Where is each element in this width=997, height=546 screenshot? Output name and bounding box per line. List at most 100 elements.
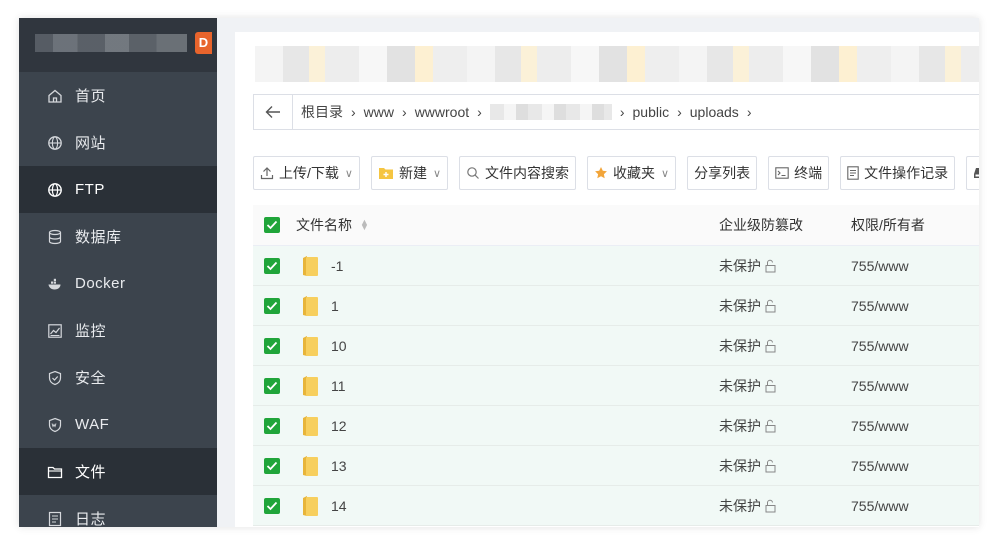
row-name-cell: 10 [253,326,719,365]
unlock-icon[interactable] [763,459,777,473]
sidebar-item-security[interactable]: 安全 [19,354,217,401]
sidebar-item-label: 日志 [75,511,107,527]
brand-logo-redacted [35,34,187,52]
row-checkbox[interactable] [264,417,280,434]
breadcrumb-uploads[interactable]: uploads › [682,95,752,129]
share-list-button[interactable]: 分享列表 [687,156,758,190]
unlock-icon[interactable] [763,339,777,353]
file-name[interactable]: 1 [331,298,339,314]
folder-icon [301,375,319,397]
chevron-right-icon: › [746,104,752,120]
table-row[interactable]: 14 未保护 755/www [253,486,979,526]
sidebar-item-label: 监控 [75,323,107,340]
sidebar-item-label: 首页 [75,88,107,105]
sidebar-item-files[interactable]: 文件 [19,448,217,495]
terminal-icon [775,167,789,179]
folder-icon [301,415,319,437]
unlock-icon[interactable] [763,419,777,433]
row-name-cell: 11 [253,366,719,405]
folder-icon [301,495,319,517]
file-name[interactable]: -1 [331,258,343,274]
row-name-cell: -1 [253,246,719,285]
file-name[interactable]: 12 [331,418,347,434]
arrow-left-icon [265,106,280,118]
table-row[interactable]: -1 未保护 755/www [253,246,979,286]
file-toolbar: 上传/下载 ∨ 新建 ∨ 文件内容搜索 收藏夹 ∨ 分享列表 终端 文件操作记录 [253,156,979,190]
unlock-icon[interactable] [763,499,777,513]
sidebar-item-monitor[interactable]: 监控 [19,307,217,354]
shield-icon [47,370,63,386]
table-row[interactable]: 10 未保护 755/www [253,326,979,366]
breadcrumb-wwwroot[interactable]: wwwroot › [407,95,482,129]
protection-cell: 未保护 [719,296,851,316]
sidebar-item-ftp[interactable]: FTP [19,166,217,213]
breadcrumb-root[interactable]: 根目录 › [293,95,356,129]
file-operation-log-label: 文件操作记录 [864,165,949,181]
header-name-cell: 文件名称 ▲ ▼ [253,205,719,245]
file-name[interactable]: 11 [331,378,346,394]
breadcrumb-www[interactable]: www › [356,95,407,129]
row-checkbox[interactable] [264,257,280,274]
check-icon [266,261,278,270]
permission-owner[interactable]: 755/www [851,378,909,394]
terminal-button[interactable]: 终端 [768,156,830,190]
row-checkbox[interactable] [264,497,280,514]
permission-owner[interactable]: 755/www [851,298,909,314]
table-header: 文件名称 ▲ ▼ 企业级防篡改 权限/所有者 [253,205,979,246]
row-checkbox[interactable] [264,457,280,474]
protection-status: 未保护 [719,417,761,434]
file-table: 文件名称 ▲ ▼ 企业级防篡改 权限/所有者 -1 未保护 755/www 1 … [253,205,979,526]
file-name[interactable]: 10 [331,338,347,354]
protection-status: 未保护 [719,257,761,274]
file-rows: -1 未保护 755/www 1 未保护 755/www 10 未保护 755/… [253,246,979,526]
breadcrumb-public[interactable]: public › [625,95,682,129]
header-file-name[interactable]: 文件名称 [296,215,352,235]
permission-owner[interactable]: 755/www [851,418,909,434]
row-name-cell: 12 [253,406,719,445]
unlock-icon[interactable] [763,379,777,393]
protection-cell: 未保护 [719,496,851,516]
unlock-icon[interactable] [763,259,777,273]
table-row[interactable]: 11 未保护 755/www [253,366,979,406]
sidebar-item-website[interactable]: 网站 [19,119,217,166]
permission-owner[interactable]: 755/www [851,498,909,514]
log-icon [47,511,63,527]
unlock-icon[interactable] [763,299,777,313]
permission-owner[interactable]: 755/www [851,458,909,474]
upload-download-button[interactable]: 上传/下载 ∨ [253,156,360,190]
sidebar-item-label: WAF [75,416,110,433]
sidebar-item-logs[interactable]: 日志 [19,495,217,527]
permission-owner[interactable]: 755/www [851,258,909,274]
folder-icon [301,455,319,477]
file-name[interactable]: 14 [331,498,347,514]
folder-icon [301,295,319,317]
protection-cell: 未保护 [719,456,851,476]
row-checkbox[interactable] [264,297,280,314]
file-content-search-button[interactable]: 文件内容搜索 [459,156,577,190]
sidebar-item-database[interactable]: 数据库 [19,213,217,260]
row-name-cell: 13 [253,446,719,485]
sidebar-item-label: 数据库 [75,229,122,246]
breadcrumb-redacted[interactable]: › [482,95,625,129]
select-all-checkbox[interactable] [264,217,280,233]
sidebar-item-home[interactable]: 首页 [19,72,217,119]
sort-icon[interactable]: ▲ ▼ [360,218,369,232]
row-checkbox[interactable] [264,377,280,394]
sidebar-item-docker[interactable]: Docker [19,260,217,307]
chevron-down-icon: ∨ [344,167,353,180]
protection-cell: 未保护 [719,416,851,436]
protection-status: 未保护 [719,457,761,474]
disk-button[interactable]: / [966,156,979,190]
back-button[interactable] [254,95,293,129]
file-name[interactable]: 13 [331,458,347,474]
favorites-button[interactable]: 收藏夹 ∨ [587,156,677,190]
file-operation-log-button[interactable]: 文件操作记录 [840,156,956,190]
table-row[interactable]: 13 未保护 755/www [253,446,979,486]
new-button[interactable]: 新建 ∨ [370,156,449,190]
row-checkbox[interactable] [264,337,280,354]
table-row[interactable]: 1 未保护 755/www [253,286,979,326]
table-row[interactable]: 12 未保护 755/www [253,406,979,446]
permission-owner[interactable]: 755/www [851,338,909,354]
sidebar-item-waf[interactable]: WAF [19,401,217,448]
ftp-globe-icon [47,182,63,198]
